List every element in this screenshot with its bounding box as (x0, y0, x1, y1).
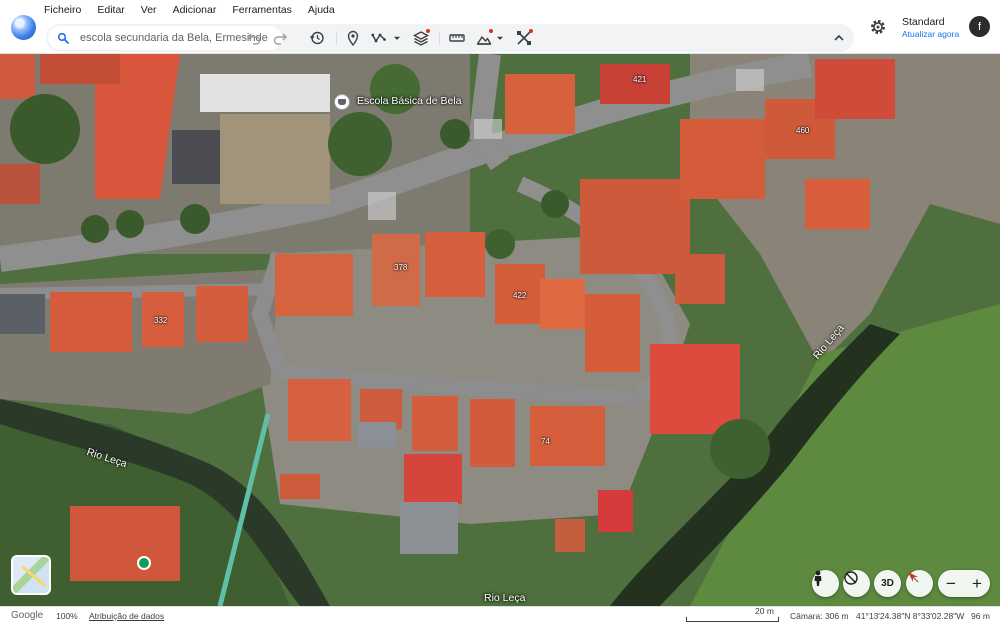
status-bar: Google 100% Atribuição de dados 20 m Câm… (0, 606, 1000, 625)
image-overlay-dropdown[interactable] (494, 28, 506, 48)
zoom-controls: − + (938, 570, 990, 597)
menu-adicionar[interactable]: Adicionar (173, 4, 217, 18)
compass-button[interactable] (906, 570, 933, 597)
history-icon (309, 31, 324, 45)
undo-icon (247, 33, 261, 45)
path-dropdown[interactable] (391, 28, 403, 48)
camera-altitude: Câmara: 306 m (790, 611, 849, 621)
place-marker-icon[interactable] (137, 556, 151, 570)
satellite-map[interactable]: Escola Básica de Bela Rio Leça Rio Leça … (0, 54, 1000, 606)
tilt-reset-icon (844, 571, 858, 585)
data-attribution-link[interactable]: Atribuição de dados (89, 611, 164, 621)
menu-ficheiro[interactable]: Ficheiro (44, 4, 81, 18)
undo-button[interactable] (244, 28, 264, 48)
toggle-3d-button[interactable]: 3D (874, 570, 901, 597)
school-poi-icon[interactable] (334, 94, 350, 110)
satellite-imagery (0, 54, 1000, 606)
menu-ver[interactable]: Ver (141, 4, 157, 18)
caret-down-icon (496, 36, 504, 40)
layers-button[interactable] (411, 28, 431, 48)
river-label: Rio Leça (484, 592, 526, 604)
zoom-out-button[interactable]: − (938, 570, 964, 597)
ruler-button[interactable] (447, 28, 467, 48)
earth-globe-icon (11, 15, 36, 40)
notification-dot (426, 29, 430, 33)
house-number: 422 (513, 291, 527, 300)
path-button[interactable] (369, 28, 389, 48)
brand-logo: Google (11, 610, 44, 621)
poi-label[interactable]: Escola Básica de Bela (357, 95, 461, 107)
notification-dot (489, 29, 493, 33)
search-icon[interactable] (57, 32, 69, 44)
house-number: 460 (796, 126, 810, 135)
elevation: 96 m (971, 611, 990, 621)
zoom-in-button[interactable]: + (964, 570, 990, 597)
toolbar-divider (439, 31, 440, 45)
collapse-toolbar-button[interactable] (829, 28, 849, 48)
scale-label: 20 m (755, 606, 774, 616)
caret-down-icon (393, 36, 401, 40)
toolbar-divider (336, 31, 337, 45)
ruler-icon (449, 34, 465, 42)
image-overlay-button[interactable] (474, 28, 494, 48)
map-style-title: Standard (902, 16, 945, 28)
redo-button[interactable] (270, 28, 290, 48)
menu-ajuda[interactable]: Ajuda (308, 4, 335, 18)
history-button[interactable] (307, 28, 327, 48)
house-number: 74 (541, 437, 550, 446)
gear-icon[interactable] (869, 18, 887, 36)
path-icon (371, 33, 386, 43)
menu-bar: Ficheiro Editar Ver Adicionar Ferramenta… (44, 4, 351, 18)
house-number: 378 (394, 263, 408, 272)
house-number: 421 (633, 75, 647, 84)
top-bar: Ficheiro Editar Ver Adicionar Ferramenta… (0, 0, 1000, 54)
pegman-icon (814, 570, 822, 586)
map-type-thumbnail[interactable] (11, 555, 51, 595)
cursor-coordinates: 41°13'24.38"N 8°33'02.28"W (856, 611, 965, 621)
house-number: 332 (154, 316, 168, 325)
scale-bar (686, 617, 779, 622)
street-view-button[interactable] (812, 570, 839, 597)
update-now-link[interactable]: Atualizar agora (902, 29, 959, 40)
redo-icon (273, 33, 287, 45)
placemark-icon (347, 30, 359, 46)
map-style-indicator[interactable]: Standard Atualizar agora (902, 16, 959, 40)
menu-ferramentas[interactable]: Ferramentas (232, 4, 292, 18)
toolbar (46, 24, 854, 52)
zoom-level[interactable]: 100% (56, 611, 78, 621)
compass-icon (908, 572, 919, 583)
notification-dot (529, 29, 533, 33)
avatar[interactable]: f (969, 16, 990, 37)
placemark-button[interactable] (343, 28, 363, 48)
tools-button[interactable] (514, 28, 534, 48)
collapse-icon (834, 34, 844, 41)
menu-editar[interactable]: Editar (97, 4, 124, 18)
reset-tilt-button[interactable] (843, 570, 870, 597)
